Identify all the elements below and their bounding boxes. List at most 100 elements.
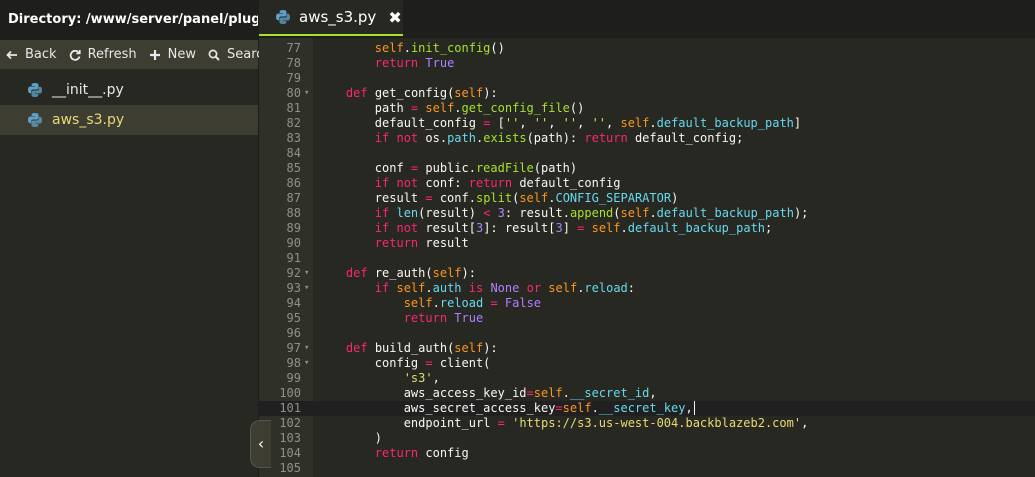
file-toolbar: Back Refresh New Search <box>0 40 272 69</box>
code-token: '' <box>533 116 549 130</box>
close-icon[interactable]: ✖ <box>388 8 401 27</box>
code-text: return True <box>317 311 484 326</box>
code-line[interactable]: 91 <box>259 251 1035 266</box>
code-editor[interactable]: 77 self.init_config() 78 return True 79 80 ▾… <box>259 38 1035 477</box>
file-item-aws-s3[interactable]: aws_s3.py <box>0 105 258 135</box>
file-item-init[interactable]: __init__.py <box>0 75 258 105</box>
code-token: default_backup_path <box>656 206 794 220</box>
refresh-button[interactable]: Refresh <box>63 40 143 69</box>
code-token: or <box>526 281 542 295</box>
code-token: result <box>418 236 469 250</box>
code-line[interactable]: 83 if not os.path.exists(path): return d… <box>259 131 1035 146</box>
code-text: path = self.get_config_file() <box>317 101 585 116</box>
code-token: conf: <box>418 176 469 190</box>
code-token: , <box>577 116 592 130</box>
code-token: self <box>425 101 455 115</box>
code-token: if <box>374 206 390 220</box>
code-line[interactable]: 102 endpoint_url = 'https://s3.us-west-0… <box>259 416 1035 431</box>
collapse-sidebar-button[interactable]: ‹ <box>250 420 271 468</box>
fold-arrow-icon[interactable]: ▾ <box>304 341 314 356</box>
new-button[interactable]: New <box>143 40 202 69</box>
code-token: self <box>454 86 484 100</box>
code-token: def <box>345 341 368 355</box>
code-line[interactable]: 84 <box>259 146 1035 161</box>
code-line[interactable]: 78 return True <box>259 56 1035 71</box>
code-line[interactable]: 87 result = conf.split(self.CONFIG_SEPAR… <box>259 191 1035 206</box>
code-token: return <box>584 131 628 145</box>
code-line[interactable]: 77 self.init_config() <box>259 41 1035 56</box>
code-line[interactable]: 98 ▾ config = client( <box>259 356 1035 371</box>
code-line[interactable]: 93 ▾ if self.auth is None or self.reload: <box>259 281 1035 296</box>
code-line[interactable]: 82 default_config = ['', '', '', '', sel… <box>259 116 1035 131</box>
code-line[interactable]: 103 ) <box>259 431 1035 446</box>
fold-arrow-icon[interactable]: ▾ <box>304 281 314 296</box>
line-number: 80 <box>286 86 301 100</box>
code-text: conf = public.readFile(path) <box>317 161 577 176</box>
code-line[interactable]: 80 ▾ def get_config(self): <box>259 86 1035 101</box>
code-token: = <box>490 296 498 310</box>
code-token: return <box>374 56 419 70</box>
code-token: ): <box>483 341 498 355</box>
code-line[interactable]: 101 aws_secret_access_key=self.__secret_… <box>259 401 1035 416</box>
code-token: : <box>627 281 636 295</box>
code-text: endpoint_url = 'https://s3.us-west-004.b… <box>317 416 809 431</box>
code-token: re_auth( <box>367 266 433 280</box>
code-token: get_config( <box>367 86 455 100</box>
code-line[interactable]: 85 conf = public.readFile(path) <box>259 161 1035 176</box>
fold-arrow-icon[interactable]: ▾ <box>304 86 314 101</box>
code-token: . <box>425 281 433 295</box>
line-number: 78 <box>286 56 301 70</box>
refresh-label: Refresh <box>87 47 137 62</box>
code-line[interactable]: 88 if len(result) < 3: result.append(sel… <box>259 206 1035 221</box>
code-token: def <box>345 86 368 100</box>
line-number: 93 <box>286 281 301 295</box>
line-number: 86 <box>286 176 301 190</box>
code-token: 3 <box>555 221 563 235</box>
code-token: ( <box>613 206 621 220</box>
code-line[interactable]: 79 <box>259 71 1035 86</box>
code-token: get_config_file <box>461 101 570 115</box>
code-text: if not result[3]: result[3] = self.defau… <box>317 221 772 236</box>
code-line[interactable]: 105 <box>259 461 1035 476</box>
code-token: ] <box>793 116 802 130</box>
tab-aws-s3[interactable]: aws_s3.py ✖ <box>259 0 403 36</box>
code-token: aws_access_key_id <box>317 386 527 400</box>
directory-path: Directory: /www/server/panel/plugin/a... <box>0 0 258 40</box>
code-token: self <box>374 41 404 55</box>
code-token: . <box>620 221 628 235</box>
python-icon <box>28 113 42 127</box>
code-line[interactable]: 97 ▾ def build_auth(self): <box>259 341 1035 356</box>
code-token: ; <box>765 221 773 235</box>
code-line[interactable]: 94 self.reload = False <box>259 296 1035 311</box>
back-button[interactable]: Back <box>0 40 63 69</box>
code-token: public. <box>418 161 476 175</box>
code-token: endpoint_url <box>317 416 498 430</box>
code-line[interactable]: 104 return config <box>259 446 1035 461</box>
code-line[interactable]: 90 return result <box>259 236 1035 251</box>
code-line[interactable]: 89 if not result[3]: result[3] = self.de… <box>259 221 1035 236</box>
code-token: 'https://s3.us-west-004.backblazeb2.com' <box>512 416 802 430</box>
fold-arrow-icon[interactable]: ▾ <box>304 266 314 281</box>
code-line[interactable]: 100 aws_access_key_id=self.__secret_id, <box>259 386 1035 401</box>
code-line[interactable]: 95 return True <box>259 311 1035 326</box>
code-token: self <box>620 206 650 220</box>
code-line[interactable]: 86 if not conf: return default_config <box>259 176 1035 191</box>
line-number: 81 <box>286 101 301 115</box>
code-line[interactable]: 96 <box>259 326 1035 341</box>
code-token: conf <box>317 161 411 175</box>
code-text: if len(result) < 3: result.append(self.d… <box>317 206 809 221</box>
code-token: __secret_id <box>569 386 650 400</box>
code-token: path <box>317 101 411 115</box>
code-token: True <box>454 311 484 325</box>
fold-arrow-icon[interactable]: ▾ <box>304 356 314 371</box>
code-token: if <box>374 221 390 235</box>
code-line[interactable]: 92 ▾ def re_auth(self): <box>259 266 1035 281</box>
code-line[interactable]: 99 's3', <box>259 371 1035 386</box>
code-line[interactable]: 81 path = self.get_config_file() <box>259 101 1035 116</box>
